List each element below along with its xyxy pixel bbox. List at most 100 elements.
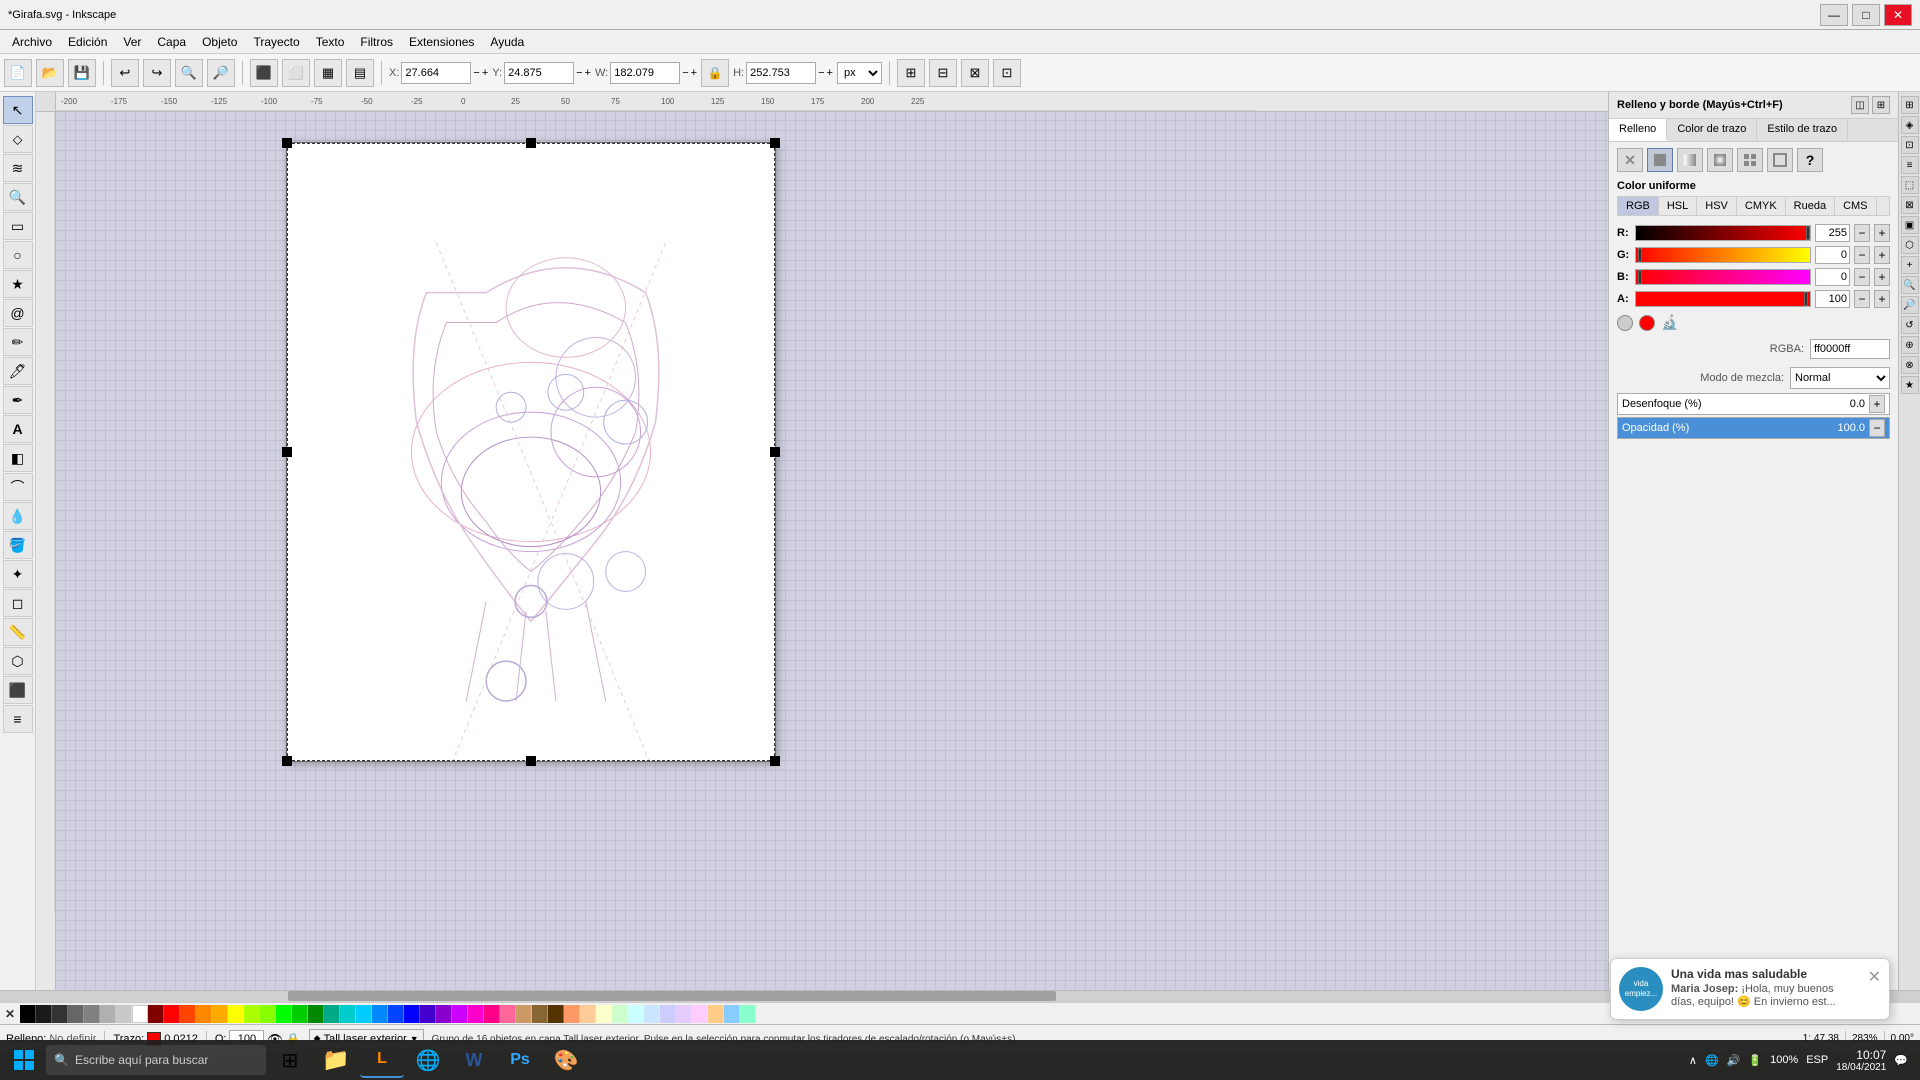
ri-btn-8[interactable]: ⬡ bbox=[1901, 236, 1919, 254]
notification-close-button[interactable]: ✕ bbox=[1868, 967, 1881, 987]
swatch-dark-green[interactable] bbox=[308, 1005, 324, 1023]
snap-button-4[interactable]: ⊡ bbox=[993, 59, 1021, 87]
taskbar-app-explorer[interactable]: 📁 bbox=[314, 1042, 358, 1078]
x-minus[interactable]: − bbox=[473, 67, 479, 79]
menu-objeto[interactable]: Objeto bbox=[194, 33, 245, 51]
swatch-purple[interactable] bbox=[436, 1005, 452, 1023]
swatch-orange[interactable] bbox=[196, 1005, 212, 1023]
linear-gradient-button[interactable] bbox=[1677, 148, 1703, 172]
swatch-extra1[interactable] bbox=[692, 1005, 708, 1023]
ri-btn-11[interactable]: 🔎 bbox=[1901, 296, 1919, 314]
h-scroll-thumb[interactable] bbox=[288, 991, 1056, 1001]
r-plus[interactable]: + bbox=[1874, 224, 1890, 242]
g-slider[interactable] bbox=[1635, 247, 1811, 263]
no-color-swatch[interactable]: ✕ bbox=[0, 1007, 20, 1021]
redo-button[interactable]: ↪ bbox=[143, 59, 171, 87]
unit-select[interactable]: px mm cm in bbox=[837, 62, 882, 84]
canvas-area[interactable]: -200 -175 -150 -125 -100 -75 -50 -25 0 2… bbox=[36, 92, 1608, 990]
menu-ayuda[interactable]: Ayuda bbox=[482, 33, 532, 51]
ri-btn-5[interactable]: ⬚ bbox=[1901, 176, 1919, 194]
network-icon[interactable]: 🌐 bbox=[1705, 1054, 1719, 1067]
ri-btn-13[interactable]: ⊕ bbox=[1901, 336, 1919, 354]
text-tool[interactable]: A bbox=[3, 415, 33, 443]
swatch-lightgray[interactable] bbox=[100, 1005, 116, 1023]
swatch-sky-blue[interactable] bbox=[372, 1005, 388, 1023]
handle-top-left[interactable] bbox=[282, 138, 292, 148]
minimize-button[interactable]: — bbox=[1820, 4, 1848, 26]
h-input[interactable] bbox=[746, 62, 816, 84]
extra-tool[interactable]: ≡ bbox=[3, 705, 33, 733]
swatch-cyan[interactable] bbox=[356, 1005, 372, 1023]
tab-rgb[interactable]: RGB bbox=[1618, 197, 1659, 215]
taskbar-app-extra[interactable]: 🎨 bbox=[544, 1042, 588, 1078]
dropper-tool[interactable]: 💧 bbox=[3, 502, 33, 530]
ri-btn-7[interactable]: ▣ bbox=[1901, 216, 1919, 234]
swatch-hot-pink[interactable] bbox=[484, 1005, 500, 1023]
radial-gradient-button[interactable] bbox=[1707, 148, 1733, 172]
taskbar-clock[interactable]: 10:07 18/04/2021 bbox=[1836, 1048, 1886, 1073]
swatch-blue-purple[interactable] bbox=[420, 1005, 436, 1023]
pattern-button[interactable] bbox=[1737, 148, 1763, 172]
spiral-tool[interactable]: @ bbox=[3, 299, 33, 327]
circle-tool[interactable]: ○ bbox=[3, 241, 33, 269]
ungroup-button[interactable]: ▤ bbox=[346, 59, 374, 87]
zoom-in-button[interactable]: 🔍 bbox=[175, 59, 203, 87]
menu-texto[interactable]: Texto bbox=[308, 33, 353, 51]
w-input[interactable] bbox=[610, 62, 680, 84]
start-button[interactable] bbox=[4, 1042, 44, 1078]
ri-btn-9[interactable]: + bbox=[1901, 256, 1919, 274]
swatch-peach[interactable] bbox=[580, 1005, 596, 1023]
ri-btn-6[interactable]: ⊠ bbox=[1901, 196, 1919, 214]
snap-button-1[interactable]: ⊞ bbox=[897, 59, 925, 87]
h-plus[interactable]: + bbox=[827, 67, 833, 79]
zoom-tool[interactable]: 🔍 bbox=[3, 183, 33, 211]
b-minus[interactable]: − bbox=[1854, 268, 1870, 286]
b-plus[interactable]: + bbox=[1874, 268, 1890, 286]
tab-color-trazo[interactable]: Color de trazo bbox=[1667, 119, 1757, 141]
menu-filtros[interactable]: Filtros bbox=[352, 33, 401, 51]
swatch-brown[interactable] bbox=[532, 1005, 548, 1023]
ri-btn-10[interactable]: 🔍 bbox=[1901, 276, 1919, 294]
taskbar-app-inkscape[interactable]: L bbox=[360, 1042, 404, 1078]
measure-tool[interactable]: 📏 bbox=[3, 618, 33, 646]
connector-tool[interactable]: ⌒ bbox=[3, 473, 33, 501]
swatch-teal[interactable] bbox=[324, 1005, 340, 1023]
show-hidden-button[interactable]: ∧ bbox=[1689, 1054, 1697, 1067]
swatch-salmon[interactable] bbox=[564, 1005, 580, 1023]
new-color-indicator[interactable] bbox=[1639, 315, 1655, 331]
opacity-minus[interactable]: − bbox=[1869, 419, 1885, 437]
blur-plus[interactable]: + bbox=[1869, 395, 1885, 413]
swatch-black[interactable] bbox=[20, 1005, 36, 1023]
menu-edicion[interactable]: Edición bbox=[60, 33, 115, 51]
ri-btn-1[interactable]: ⊞ bbox=[1901, 96, 1919, 114]
swatch-light-blue[interactable] bbox=[644, 1005, 660, 1023]
eyedropper-button[interactable]: 🔬 bbox=[1661, 314, 1678, 331]
x-input[interactable] bbox=[401, 62, 471, 84]
taskbar-app-ps[interactable]: Ps bbox=[498, 1042, 542, 1078]
group-button[interactable]: ▦ bbox=[314, 59, 342, 87]
volume-icon[interactable]: 🔊 bbox=[1727, 1054, 1741, 1067]
swatch-extra4[interactable] bbox=[740, 1005, 756, 1023]
handle-top-center[interactable] bbox=[526, 138, 536, 148]
taskbar-app-chrome[interactable]: 🌐 bbox=[406, 1042, 450, 1078]
panel-pin-button[interactable]: ◫ bbox=[1851, 96, 1869, 114]
old-color-indicator[interactable] bbox=[1617, 315, 1633, 331]
no-fill-button[interactable]: ✕ bbox=[1617, 148, 1643, 172]
tweak-tool[interactable]: ≋ bbox=[3, 154, 33, 182]
task-view-button[interactable]: ⊞ bbox=[268, 1042, 312, 1078]
blend-mode-select[interactable]: Normal Multiply Screen Overlay bbox=[1790, 367, 1890, 389]
y-plus[interactable]: + bbox=[585, 67, 591, 79]
spray-tool[interactable]: ✦ bbox=[3, 560, 33, 588]
flat-color-button[interactable] bbox=[1647, 148, 1673, 172]
swatch-yellow[interactable] bbox=[228, 1005, 244, 1023]
h-minus[interactable]: − bbox=[818, 67, 824, 79]
menu-trayecto[interactable]: Trayecto bbox=[245, 33, 307, 51]
a-plus[interactable]: + bbox=[1874, 290, 1890, 308]
taskbar-search[interactable]: 🔍 Escribe aquí para buscar bbox=[46, 1045, 266, 1075]
swatch-button[interactable] bbox=[1767, 148, 1793, 172]
tab-cmyk[interactable]: CMYK bbox=[1737, 197, 1786, 215]
swatch-lavender[interactable] bbox=[660, 1005, 676, 1023]
zoom-out-button[interactable]: 🔎 bbox=[207, 59, 235, 87]
ri-btn-4[interactable]: ≡ bbox=[1901, 156, 1919, 174]
r-value-input[interactable] bbox=[1815, 224, 1850, 242]
